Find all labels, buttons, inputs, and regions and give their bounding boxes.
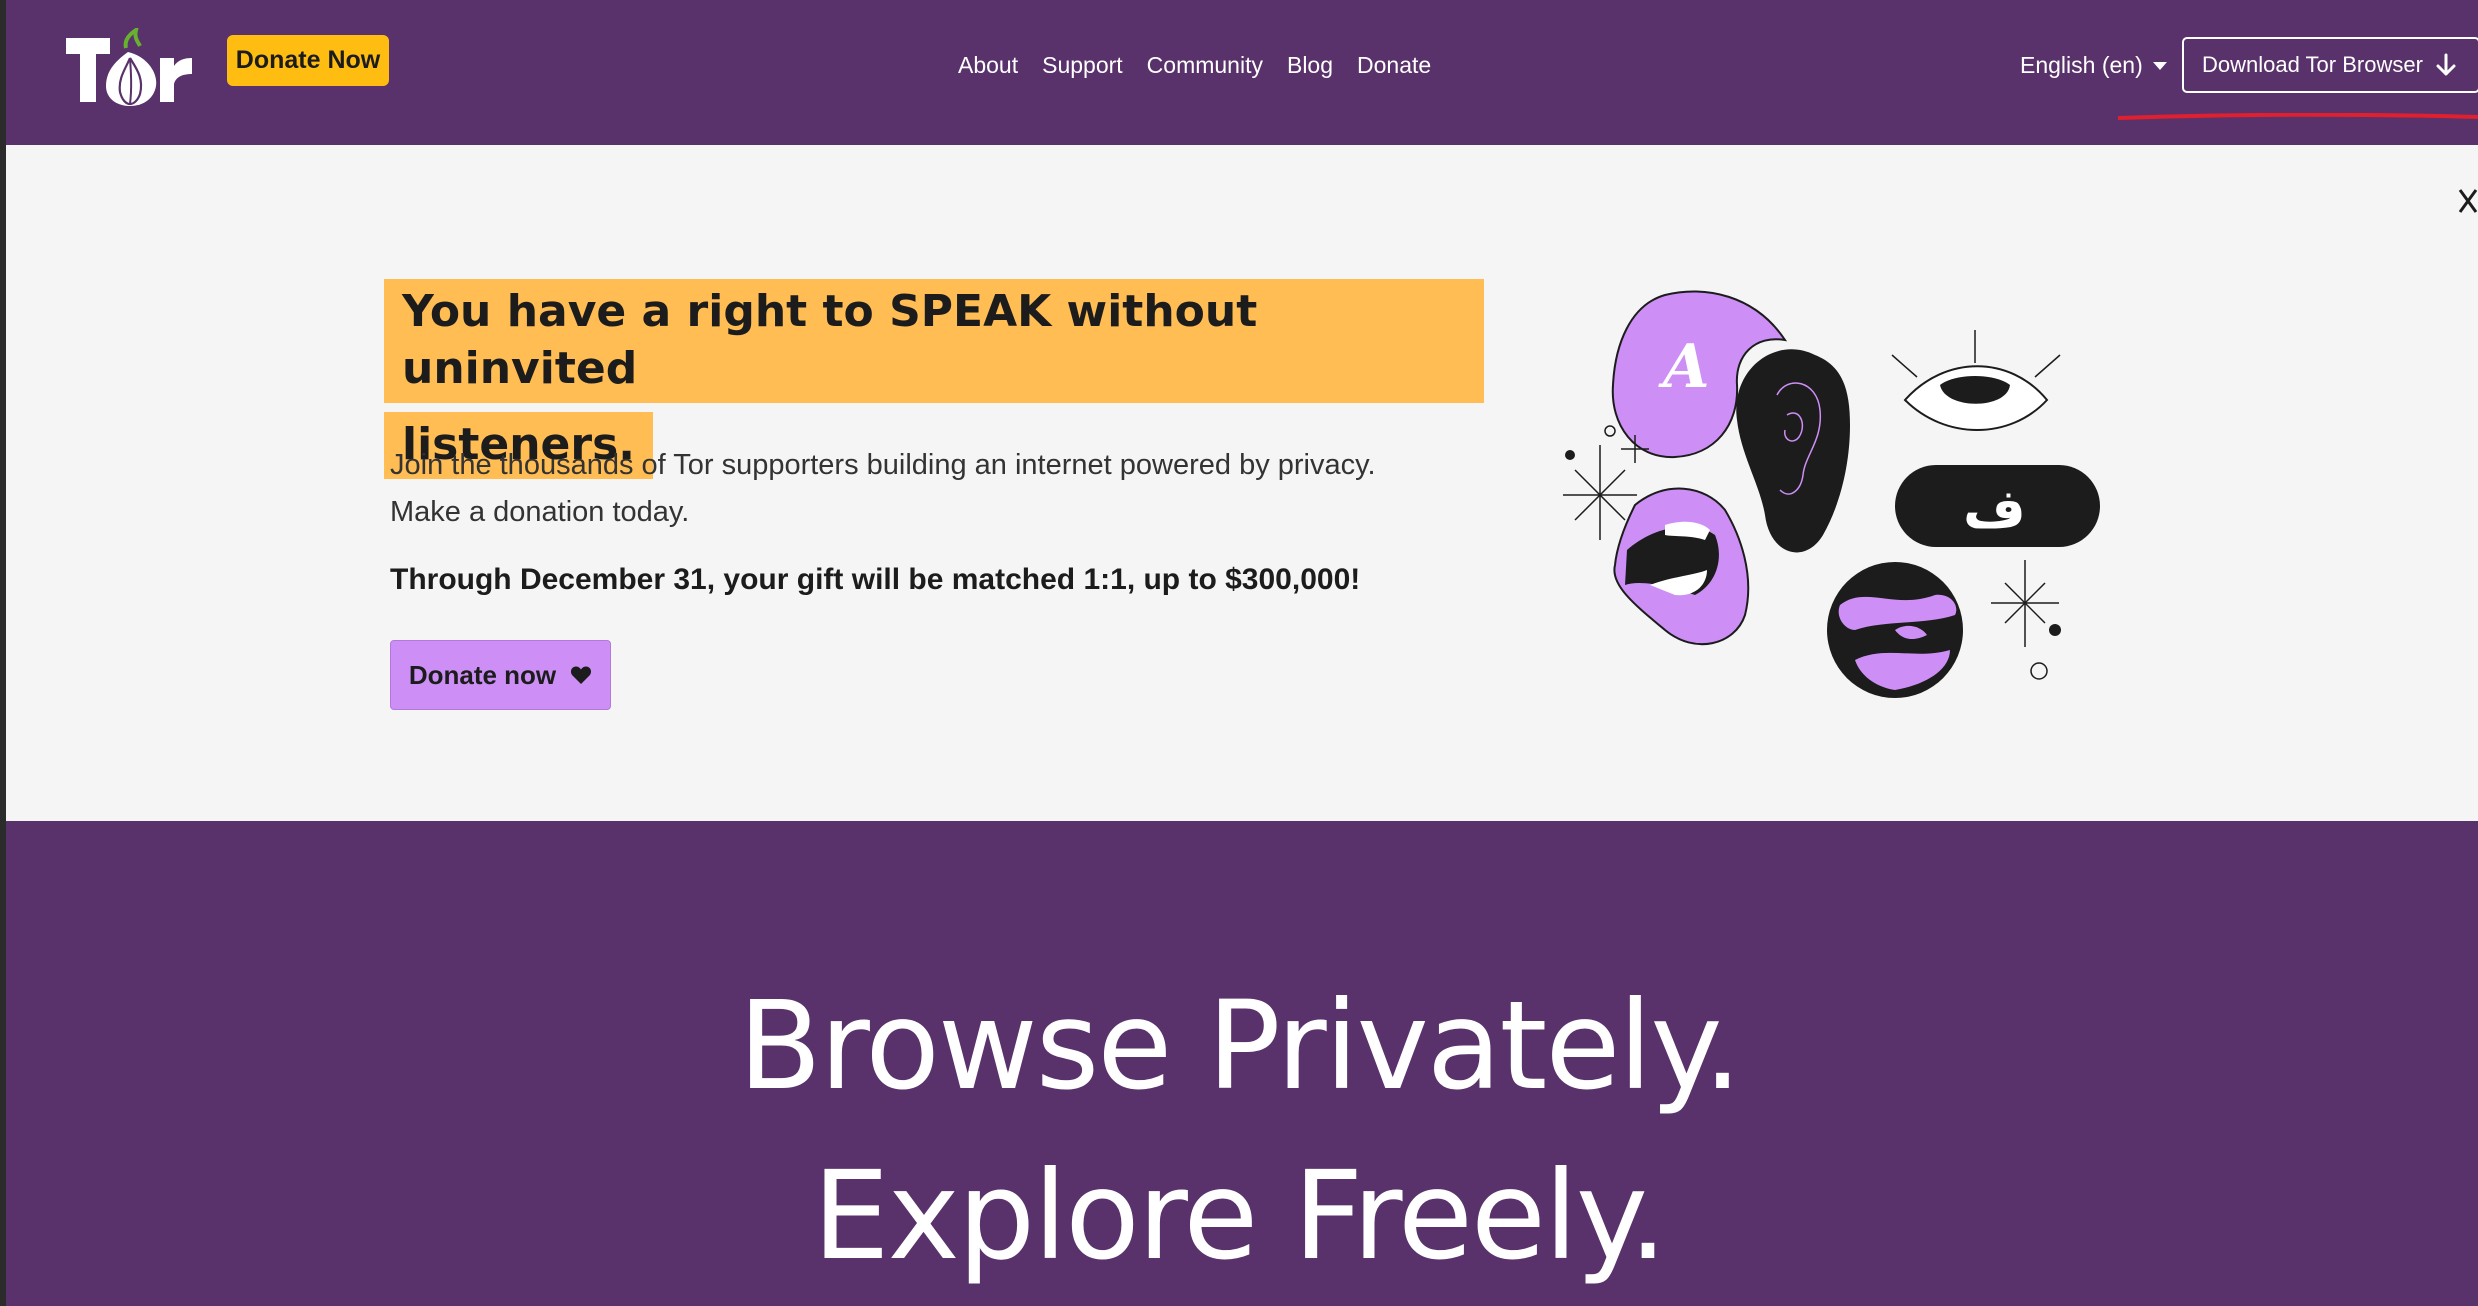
match-message: Through December 31, your gift will be m… [390, 563, 1361, 596]
arrow-down-icon [2436, 53, 2456, 76]
banner-body: Join the thousands of Tor supporters bui… [390, 442, 1440, 536]
nav-support[interactable]: Support [1042, 48, 1123, 82]
privacy-illustration: A ف [1563, 290, 2100, 698]
nav-donate[interactable]: Donate [1357, 48, 1431, 82]
red-annotation-line [2118, 113, 2478, 120]
headline-line-1: You have a right to SPEAK without uninvi… [384, 279, 1484, 403]
nav-blog[interactable]: Blog [1287, 48, 1333, 82]
language-selector[interactable]: English (en) [2020, 48, 2167, 82]
banner-body-line-2: Make a donation today. [390, 496, 690, 528]
illustration-letter: A [1658, 332, 1710, 402]
caret-down-icon [2152, 62, 2167, 70]
hero-line-1: Browse Privately. [738, 975, 1742, 1117]
tor-logo[interactable] [64, 28, 194, 108]
nav-community[interactable]: Community [1147, 48, 1263, 82]
download-tor-browser-button[interactable]: Download Tor Browser [2182, 37, 2478, 93]
hero-line-2: Explore Freely. [812, 1145, 1668, 1287]
banner-body-line-1: Join the thousands of Tor supporters bui… [390, 449, 1376, 481]
site-header: Donate Now About Support Community Blog … [6, 0, 2478, 145]
main-nav: About Support Community Blog Donate [958, 48, 1431, 82]
download-button-label: Download Tor Browser [2202, 52, 2423, 77]
heart-icon [571, 666, 592, 684]
donate-now-label: Donate now [408, 659, 557, 690]
language-label: English (en) [2020, 52, 2143, 78]
close-icon[interactable] [2456, 186, 2478, 216]
illustration-glyph: ف [1963, 477, 2026, 540]
nav-about[interactable]: About [958, 48, 1018, 82]
window-edge [0, 0, 6, 1306]
donate-now-pill[interactable]: Donate Now [227, 35, 389, 86]
donate-now-button[interactable]: Donate now [390, 640, 611, 710]
